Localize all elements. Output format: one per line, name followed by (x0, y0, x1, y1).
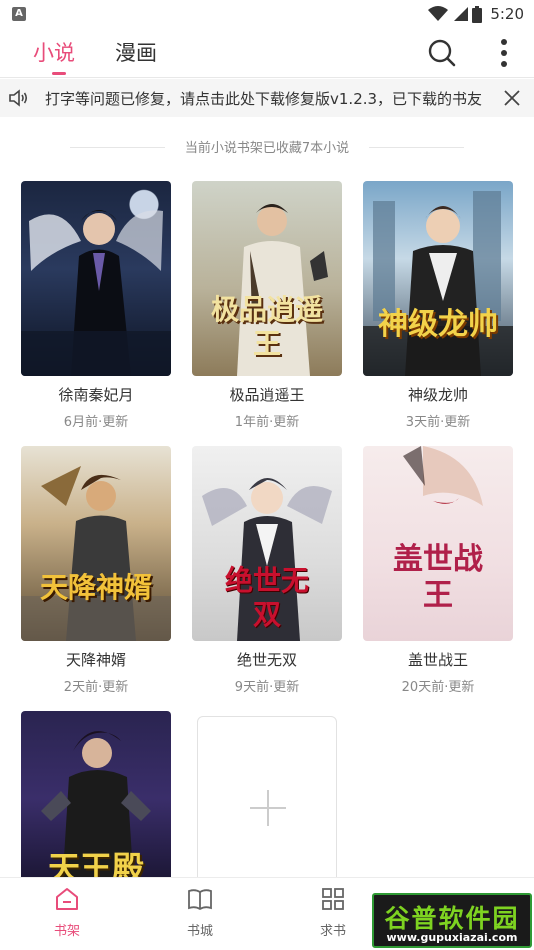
book-update-time: 1年前·更新 (234, 415, 300, 430)
notification-icon: A (12, 7, 26, 21)
book-title: 极品逍遥王 (229, 386, 305, 404)
status-bar: A 5:20 (0, 0, 534, 28)
tab-novel[interactable]: 小说 (33, 37, 75, 67)
book-card[interactable]: 天降神婿 天降神婿 2天前·更新 (21, 446, 171, 695)
signal-icon (454, 7, 469, 21)
nav-request-book[interactable]: 求书 (293, 886, 373, 939)
more-vert-icon[interactable] (496, 38, 512, 68)
watermark-logo: 谷普软件园 www.gupuxiazai.com (372, 893, 532, 948)
cover-title: 天降神婿 (39, 571, 152, 604)
cover-title: 极品逍遥王 (210, 293, 323, 360)
cover-title: 神级龙帅 (378, 307, 498, 342)
book-card[interactable]: 神级龙帅 神级龙帅 3天前·更新 (363, 181, 513, 430)
watermark-url: www.gupuxiazai.com (386, 931, 518, 944)
book-title: 神级龙帅 (407, 386, 468, 404)
nav-bookshelf[interactable]: 书架 (27, 886, 107, 939)
book-card[interactable]: 盖世战王 盖世战王 20天前·更新 (363, 446, 513, 695)
book-cover[interactable]: 天降神婿 (21, 446, 171, 641)
book-title: 绝世无双 (236, 651, 297, 669)
book-cover[interactable]: 神级龙帅 (363, 181, 513, 376)
book-card[interactable]: 徐南秦妃月 6月前·更新 (21, 181, 171, 430)
book-cover[interactable]: 绝世无双 (192, 446, 342, 641)
shelf-count-text: 当前小说书架已收藏7本小说 (184, 141, 350, 156)
bookshelf: 当前小说书架已收藏7本小说 徐南秦妃月 6月前·更新 极品逍遥王 极品逍遥王 1… (0, 117, 534, 906)
bookshelf-icon (56, 888, 78, 910)
book-card[interactable]: 绝世无双 绝世无双 9天前·更新 (192, 446, 342, 695)
cover-title: 盖世战王 (393, 542, 483, 613)
cover-art (21, 210, 171, 376)
battery-icon (472, 5, 483, 23)
cover-art (21, 466, 171, 641)
book-update-time: 9天前·更新 (234, 680, 300, 695)
book-cover[interactable] (21, 181, 171, 376)
book-title: 天降神婿 (65, 651, 126, 669)
nav-label: 书城 (186, 924, 213, 939)
book-title: 徐南秦妃月 (58, 386, 134, 404)
wifi-icon (428, 6, 449, 21)
plus-icon (267, 790, 269, 826)
add-book-button[interactable] (197, 716, 337, 896)
search-icon[interactable] (427, 38, 457, 68)
speaker-icon (9, 89, 28, 107)
book-update-time: 20天前·更新 (401, 680, 475, 695)
notice-text[interactable]: 打字等问题已修复，请点击此处下载修复版v1.2.3，已下载的书友 (45, 88, 489, 109)
book-update-time: 6月前·更新 (63, 415, 129, 430)
active-tab-indicator (52, 72, 66, 75)
clock: 5:20 (490, 5, 524, 23)
cover-title: 绝世无双 (224, 564, 309, 631)
status-icons: 5:20 (428, 4, 524, 24)
book-update-time: 2天前·更新 (63, 680, 129, 695)
nav-label: 求书 (319, 924, 346, 939)
book-cover[interactable]: 盖世战王 (363, 446, 513, 641)
book-icon (188, 889, 212, 911)
grid-icon (322, 888, 344, 910)
book-card[interactable]: 极品逍遥王 极品逍遥王 1年前·更新 (192, 181, 342, 430)
watermark-title: 谷普软件园 (384, 904, 520, 933)
book-title: 盖世战王 (407, 651, 468, 669)
book-update-time: 3天前·更新 (405, 415, 471, 430)
tab-comic[interactable]: 漫画 (115, 37, 157, 67)
top-tab-bar: 小说 漫画 (0, 28, 534, 78)
cover-art (363, 191, 513, 376)
book-cover[interactable]: 极品逍遥王 (192, 181, 342, 376)
nav-label: 书架 (53, 924, 80, 939)
nav-bookstore[interactable]: 书城 (160, 886, 240, 939)
notice-bar[interactable]: 打字等问题已修复，请点击此处下载修复版v1.2.3，已下载的书友 (0, 79, 534, 117)
close-icon[interactable] (503, 89, 521, 107)
